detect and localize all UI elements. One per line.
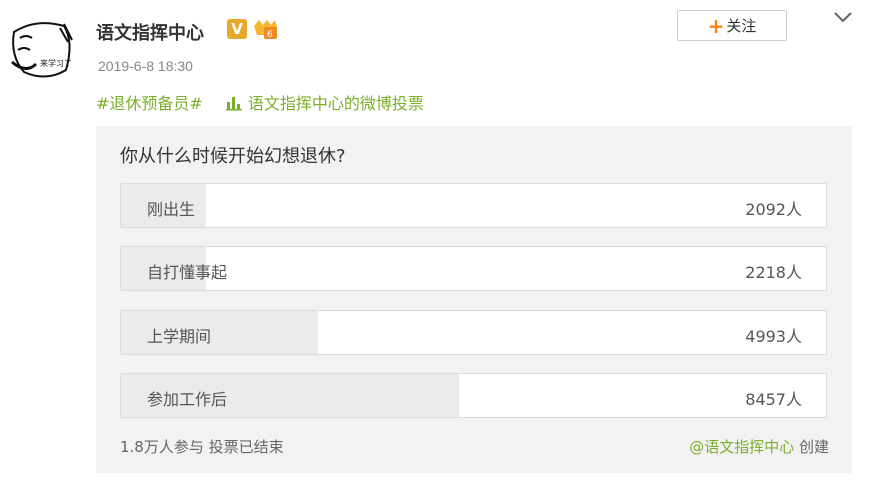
avatar[interactable]: 来学习了 bbox=[6, 12, 80, 86]
poll-option[interactable]: 参加工作后 8457人 bbox=[120, 373, 827, 418]
poll-creator-link[interactable]: @语文指挥中心 bbox=[689, 438, 794, 456]
poll-option[interactable]: 刚出生 2092人 bbox=[120, 183, 827, 228]
svg-text:6: 6 bbox=[267, 30, 273, 40]
topic-hashtag[interactable]: #退休预备员# bbox=[96, 94, 203, 113]
poll-option-label: 刚出生 bbox=[147, 200, 196, 219]
poll-source-link[interactable]: 语文指挥中心的微博投票 bbox=[225, 94, 424, 113]
poll-question: 你从什么时候开始幻想退休? bbox=[120, 146, 346, 167]
level-badge-icon: 6 bbox=[254, 20, 277, 40]
poll-created-label: 创建 bbox=[794, 438, 829, 456]
poll-option[interactable]: 自打懂事起 2218人 bbox=[120, 246, 827, 291]
poll-option[interactable]: 上学期间 4993人 bbox=[120, 310, 827, 355]
poll-card: 你从什么时候开始幻想退休? 刚出生 2092人 自打懂事起 2218人 上学期间… bbox=[96, 126, 852, 473]
poll-option-count: 4993人 bbox=[745, 327, 802, 346]
topic-line: #退休预备员# 语文指挥中心的微博投票 bbox=[96, 90, 424, 114]
author-name[interactable]: 语文指挥中心 bbox=[96, 19, 204, 45]
post-timestamp: 2019-6-8 18:30 bbox=[98, 58, 193, 74]
avatar-caption: 来学习了 bbox=[40, 59, 72, 68]
poll-source-label: 语文指挥中心的微博投票 bbox=[247, 94, 424, 113]
poll-option-label: 上学期间 bbox=[147, 327, 212, 346]
poll-creator-line: @语文指挥中心 创建 bbox=[689, 436, 829, 457]
poll-option-count: 2218人 bbox=[745, 263, 802, 282]
poll-option-count: 2092人 bbox=[745, 200, 802, 219]
avatar-face-icon bbox=[7, 13, 79, 85]
verified-badge-icon: V bbox=[227, 19, 247, 39]
poll-option-count: 8457人 bbox=[745, 390, 802, 409]
poll-summary: 1.8万人参与 投票已结束 bbox=[120, 438, 284, 456]
follow-button[interactable]: + 关注 bbox=[677, 10, 787, 41]
follow-label: 关注 bbox=[726, 17, 757, 35]
plus-icon: + bbox=[707, 13, 725, 38]
poll-chart-icon bbox=[225, 97, 242, 111]
poll-option-label: 自打懂事起 bbox=[147, 263, 228, 282]
poll-option-label: 参加工作后 bbox=[147, 390, 228, 409]
chevron-down-icon[interactable] bbox=[832, 9, 854, 25]
